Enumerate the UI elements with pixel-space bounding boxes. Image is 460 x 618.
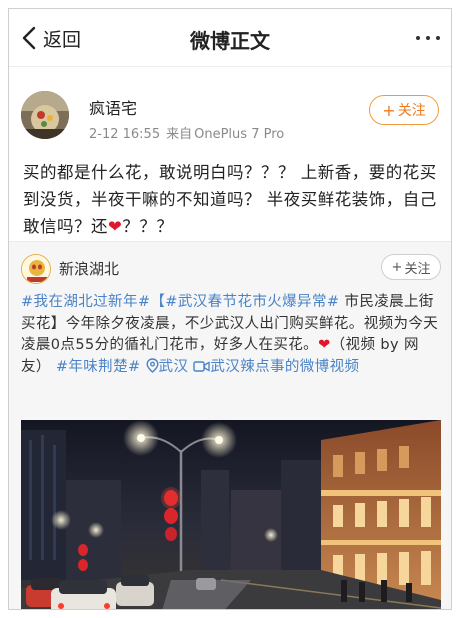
topic-link[interactable]: 【#武汉春节花市火爆异常# xyxy=(150,294,339,310)
repost-username[interactable]: 新浪湖北 xyxy=(59,258,119,279)
repost-avatar[interactable] xyxy=(21,254,51,284)
post-device: OnePlus 7 Pro xyxy=(194,127,285,142)
follow-button[interactable]: + 关注 xyxy=(369,95,439,125)
repost-card[interactable]: 新浪湖北 + 关注 #我在湖北过新年#【#武汉春节花市火爆异常# 市民凌晨上街买… xyxy=(9,241,451,609)
post-username[interactable]: 疯语宅 xyxy=(89,95,137,119)
post-text: 买的都是什么花，敢说明白吗？？？ 上新香，要的花买到没货，半夜干嘛的不知道吗？ … xyxy=(23,159,443,240)
location-label: 武汉 xyxy=(158,358,189,375)
heart-icon: ❤ xyxy=(108,217,123,236)
hashtag-link[interactable]: #我在湖北过新年# xyxy=(21,294,150,310)
repost-text: #我在湖北过新年#【#武汉春节花市火爆异常# 市民凌晨上街买花】今年除夕夜凌晨，… xyxy=(21,292,441,378)
video-thumbnail[interactable] xyxy=(21,420,441,609)
repost-follow-button[interactable]: + 关注 xyxy=(381,254,441,280)
video-link[interactable]: 武汉辣点事的微博视频 xyxy=(193,359,359,375)
location-pin-icon xyxy=(146,357,159,373)
plus-icon: + xyxy=(382,100,396,120)
follow-label: 关注 xyxy=(397,103,426,119)
post-text-main: 买的都是什么花，敢说明白吗？？？ 上新香，要的花买到没货，半夜干嘛的不知道吗？ … xyxy=(23,163,437,236)
avatar[interactable] xyxy=(21,91,69,139)
location-link[interactable]: 武汉 xyxy=(146,357,189,375)
video-link-label: 武汉辣点事的微博视频 xyxy=(210,358,360,375)
post-text-end: ？？？ xyxy=(122,217,174,236)
ellipsis-icon[interactable] xyxy=(413,29,443,47)
video-camera-icon xyxy=(193,360,211,372)
post-meta: 2-12 16:55 来自 OnePlus 7 Pro xyxy=(89,123,290,142)
nav-bar: 返回 微博正文 xyxy=(9,9,451,67)
plus-icon: + xyxy=(391,259,403,275)
repost-follow-label: 关注 xyxy=(404,261,431,277)
hashtag-link-2[interactable]: #年味荆楚# xyxy=(56,359,141,375)
heart-icon: ❤ xyxy=(318,337,331,353)
post-date: 2-12 16:55 xyxy=(89,127,161,142)
page-title: 微博正文 xyxy=(190,29,270,53)
weibo-post-screen: 返回 微博正文 疯语宅 2-12 16:55 来自 OnePlus 7 Pro + … xyxy=(8,8,452,610)
post-source-prefix: 来自 xyxy=(166,127,193,142)
